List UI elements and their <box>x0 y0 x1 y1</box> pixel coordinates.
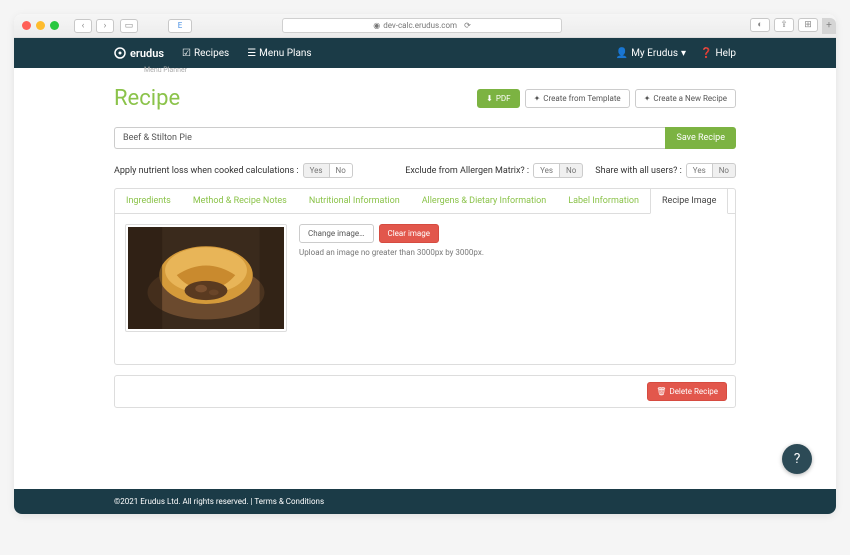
footer-copyright: ©2021 Erudus Ltd. All rights reserved. | <box>114 497 254 506</box>
image-hint: Upload an image no greater than 3000px b… <box>299 248 484 257</box>
image-side: Change image… Clear image Upload an imag… <box>299 224 484 257</box>
tab-image[interactable]: Recipe Image <box>650 189 728 214</box>
pdf-label: PDF <box>496 94 511 103</box>
forward-button[interactable]: › <box>96 19 114 33</box>
nav-menu-plans-label: Menu Plans <box>259 48 311 59</box>
tab-body: Change image… Clear image Upload an imag… <box>115 214 735 364</box>
nav-my-erudus[interactable]: 👤 My Erudus ▾ <box>616 48 686 59</box>
page-title: Recipe <box>114 86 180 111</box>
nav-menu-plans[interactable]: ☰ Menu Plans <box>247 48 311 59</box>
refresh-icon: ⟳ <box>464 21 471 30</box>
share-button[interactable]: ⇪ <box>774 18 794 32</box>
sidebar-button[interactable]: ▭ <box>120 19 138 33</box>
options-row: Apply nutrient loss when cooked calculat… <box>114 159 736 188</box>
tabs-panel: Ingredients Method & Recipe Notes Nutrit… <box>114 188 736 365</box>
nav-my-erudus-label: My Erudus <box>631 48 678 59</box>
titlebar: ‹ › ▭ E ◉ dev-calc.erudus.com ⟳ ◐ ⇪ ⊞ + <box>14 14 836 38</box>
tab-ingredients[interactable]: Ingredients <box>115 189 182 213</box>
top-nav: erudus ☑ Recipes ☰ Menu Plans 👤 My Erudu… <box>14 38 836 68</box>
create-from-template-button[interactable]: ✦ Create from Template <box>525 89 630 108</box>
tab-row: Ingredients Method & Recipe Notes Nutrit… <box>115 189 735 214</box>
maximize-window-icon[interactable] <box>50 21 59 30</box>
browser-tab[interactable]: E <box>168 19 192 33</box>
check-icon: ☑ <box>182 48 191 59</box>
trash-icon: 🗑 <box>656 387 666 396</box>
new-tab-button[interactable]: + <box>822 18 836 34</box>
nav-recipes[interactable]: ☑ Recipes <box>182 48 229 59</box>
tab-label[interactable]: Label Information <box>557 189 650 213</box>
nutrient-loss-yes[interactable]: Yes <box>303 163 330 178</box>
share-label: Share with all users? : <box>595 166 682 176</box>
brand[interactable]: erudus <box>114 47 164 60</box>
clear-image-button[interactable]: Clear image <box>379 224 440 243</box>
allergen-label: Exclude from Allergen Matrix? : <box>405 166 529 176</box>
create-new-recipe-button[interactable]: ✦ Create a New Recipe <box>635 89 736 108</box>
back-button[interactable]: ‹ <box>74 19 92 33</box>
minimize-window-icon[interactable] <box>36 21 45 30</box>
nutrient-loss-toggle: Yes No <box>303 163 353 178</box>
save-recipe-button[interactable]: Save Recipe <box>665 127 736 149</box>
url-bar[interactable]: ◉ dev-calc.erudus.com ⟳ <box>282 18 562 33</box>
brand-text: erudus <box>130 47 164 60</box>
share-no[interactable]: No <box>713 163 736 178</box>
share-toggle: Yes No <box>686 163 736 178</box>
tab-allergens[interactable]: Allergens & Dietary Information <box>411 189 558 213</box>
tab-method[interactable]: Method & Recipe Notes <box>182 189 298 213</box>
terms-link[interactable]: Terms & Conditions <box>254 497 324 506</box>
site-footer: ©2021 Erudus Ltd. All rights reserved. |… <box>14 489 836 514</box>
allergen-no[interactable]: No <box>560 163 583 178</box>
plus-icon: ✦ <box>534 94 541 103</box>
caret-down-icon: ▾ <box>681 48 686 59</box>
from-template-label: Create from Template <box>543 94 620 103</box>
tabs-button[interactable]: ⊞ <box>798 18 818 32</box>
recipe-name-input[interactable] <box>114 127 665 149</box>
nutrient-loss-no[interactable]: No <box>330 163 353 178</box>
delete-label: Delete Recipe <box>669 387 718 396</box>
recipe-image <box>125 224 287 332</box>
brand-subtitle: Menu Planner <box>144 66 187 74</box>
allergen-toggle: Yes No <box>533 163 583 178</box>
url-text: dev-calc.erudus.com <box>383 21 457 30</box>
nav-recipes-label: Recipes <box>194 48 229 59</box>
allergen-yes[interactable]: Yes <box>533 163 560 178</box>
user-icon: 👤 <box>616 48 628 59</box>
nutrient-loss-label: Apply nutrient loss when cooked calculat… <box>114 166 299 176</box>
help-fab[interactable]: ? <box>782 444 812 474</box>
shield-button[interactable]: ◐ <box>750 18 770 32</box>
delete-recipe-button[interactable]: 🗑 Delete Recipe <box>647 382 727 401</box>
plus-icon: ✦ <box>644 94 651 103</box>
share-yes[interactable]: Yes <box>686 163 713 178</box>
page-header: Recipe ⬇ PDF ✦ Create from Template ✦ Cr… <box>114 86 736 111</box>
change-image-button[interactable]: Change image… <box>299 224 374 243</box>
brand-icon <box>114 47 126 59</box>
pdf-button[interactable]: ⬇ PDF <box>477 89 519 108</box>
delete-row: 🗑 Delete Recipe <box>114 375 736 408</box>
name-row: Save Recipe <box>114 127 736 149</box>
tab-nutrition[interactable]: Nutritional Information <box>298 189 411 213</box>
nav-help-label: Help <box>716 48 736 59</box>
nav-help[interactable]: ❓ Help <box>700 48 736 59</box>
help-icon: ❓ <box>700 48 712 59</box>
browser-window: ‹ › ▭ E ◉ dev-calc.erudus.com ⟳ ◐ ⇪ ⊞ + … <box>14 14 836 514</box>
new-recipe-label: Create a New Recipe <box>653 94 727 103</box>
lock-icon: ◉ <box>373 21 380 30</box>
download-icon: ⬇ <box>486 94 493 103</box>
close-window-icon[interactable] <box>22 21 31 30</box>
list-icon: ☰ <box>247 48 256 59</box>
